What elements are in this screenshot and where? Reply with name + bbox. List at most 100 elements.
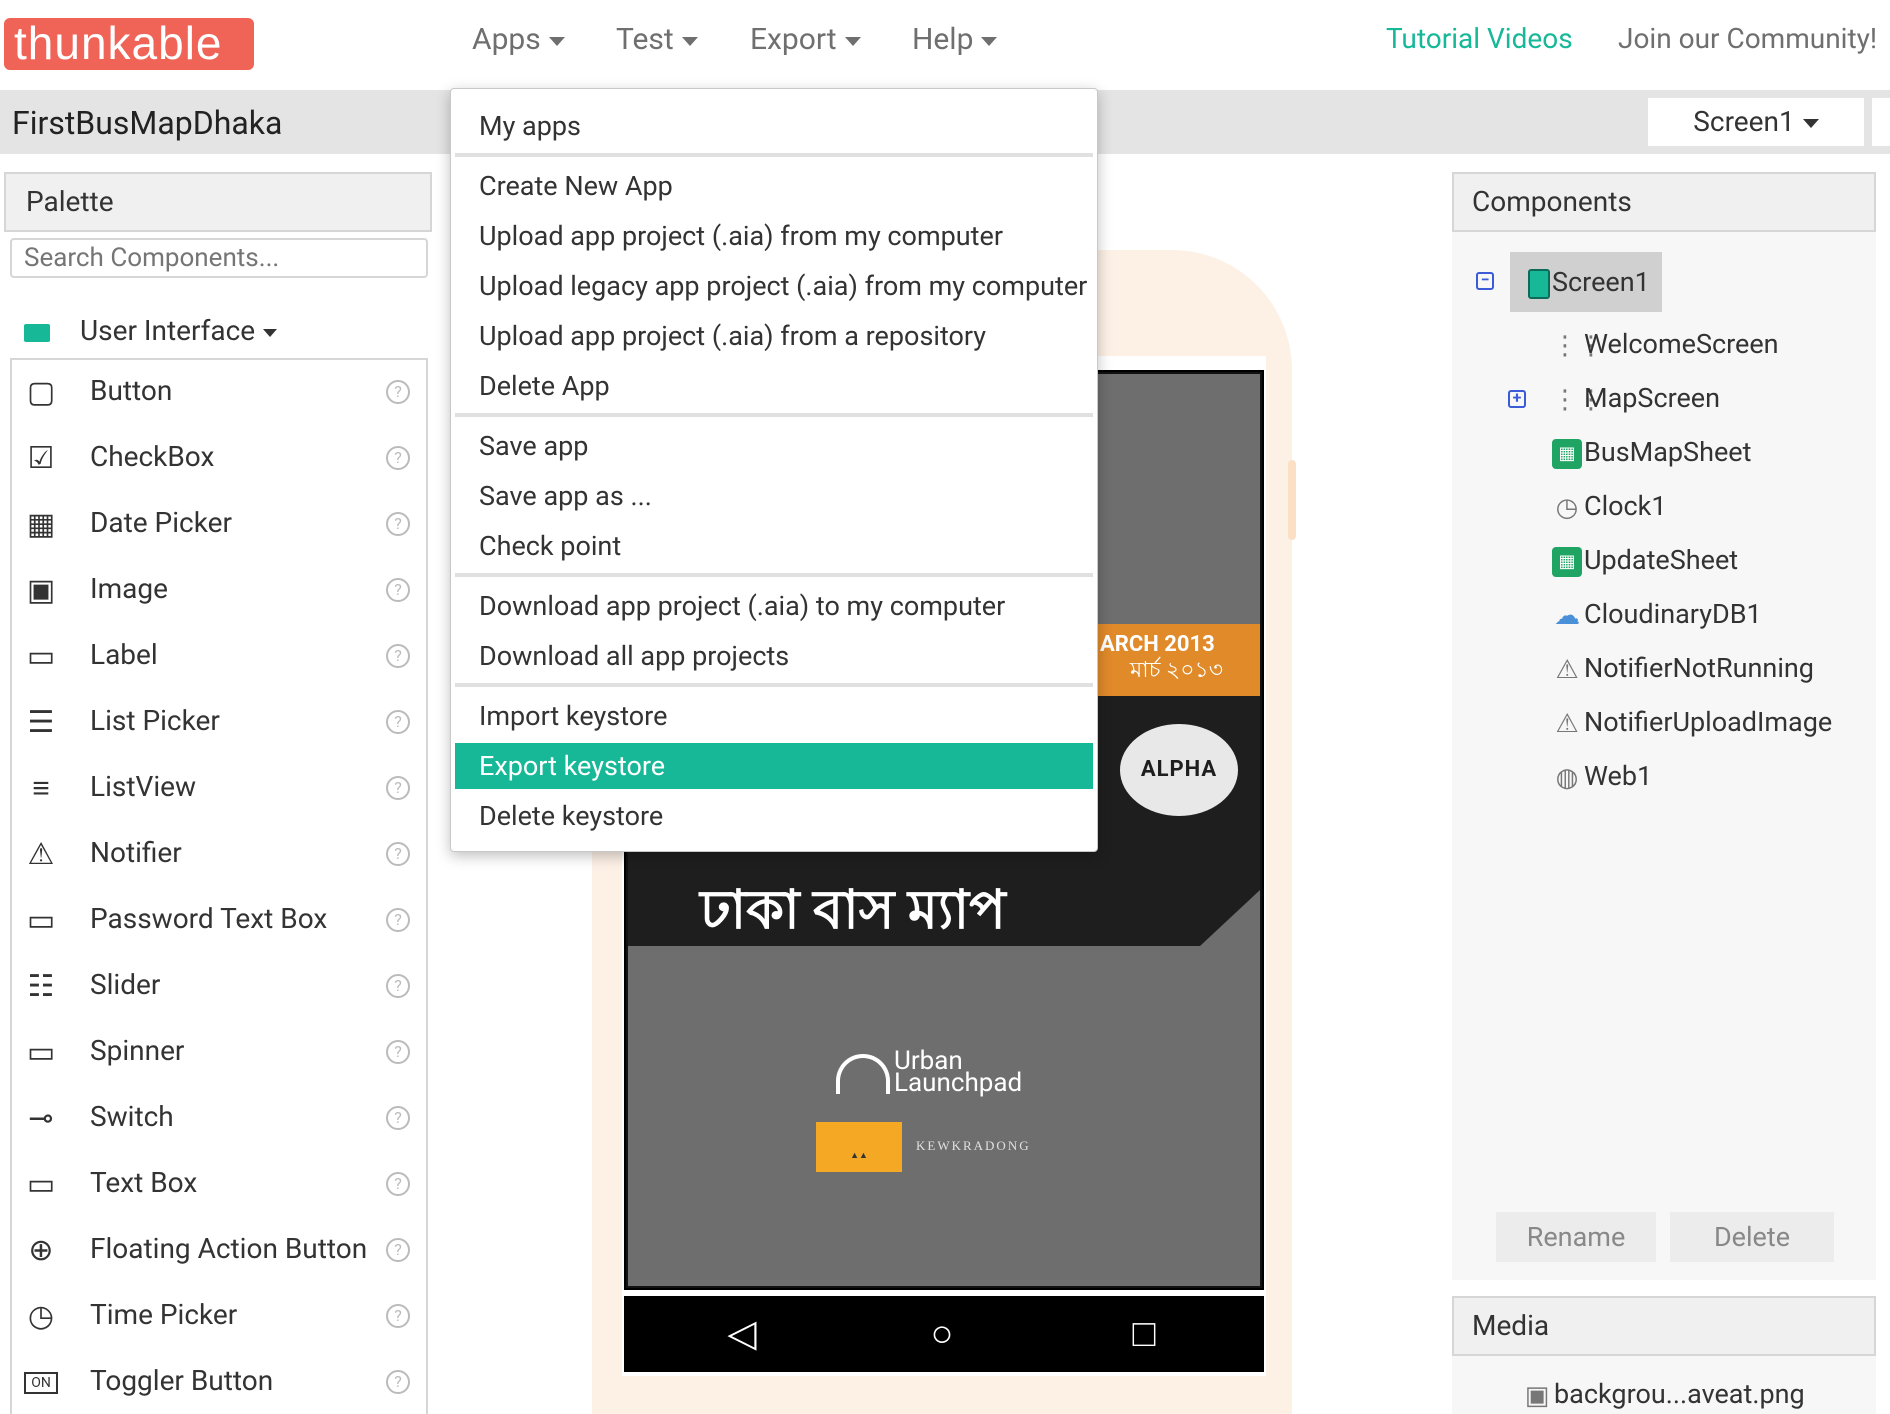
palette-item-label: Label xyxy=(90,638,158,671)
palette-category-user-interface[interactable]: User Interface xyxy=(24,314,278,347)
rename-button[interactable]: Rename xyxy=(1496,1212,1656,1262)
password-icon: ▭ xyxy=(26,903,56,938)
tree-node-cloudinarydb1[interactable]: ☁ CloudinaryDB1 xyxy=(1552,598,1762,631)
menu-item-download-all[interactable]: Download all app projects xyxy=(455,633,1093,679)
screen-selector-value: Screen1 xyxy=(1693,105,1795,138)
tree-node-notifiernotrunning[interactable]: ⚠ NotifierNotRunning xyxy=(1552,652,1814,685)
tree-node-notifieruploadimage[interactable]: ⚠ NotifierUploadImage xyxy=(1552,706,1832,739)
help-icon[interactable]: ? xyxy=(386,578,410,602)
tree-node-label: NotifierNotRunning xyxy=(1584,652,1814,684)
tree-node-clock1[interactable]: ◷ Clock1 xyxy=(1552,490,1667,523)
help-icon[interactable]: ? xyxy=(386,842,410,866)
media-title: Media xyxy=(1452,1296,1876,1356)
urban-launchpad-mark xyxy=(836,1054,890,1094)
palette-item-slider[interactable]: ☷ Slider ? xyxy=(12,954,426,1020)
menu-item-save-app[interactable]: Save app xyxy=(455,423,1093,469)
menu-item-download-aia[interactable]: Download app project (.aia) to my comput… xyxy=(455,583,1093,629)
help-menu-trigger[interactable]: Help xyxy=(912,22,998,57)
palette-item-toggler-button[interactable]: ON Toggler Button ? xyxy=(12,1350,426,1414)
tree-node-label: Screen1 xyxy=(1552,266,1650,298)
test-menu-trigger[interactable]: Test xyxy=(616,22,698,57)
palette-item-checkbox[interactable]: ☑ CheckBox ? xyxy=(12,426,426,492)
expand-icon[interactable]: + xyxy=(1508,390,1526,408)
export-menu-trigger[interactable]: Export xyxy=(750,22,861,57)
plus-circle-icon: ⊕ xyxy=(28,1233,54,1268)
help-icon[interactable]: ? xyxy=(386,1304,410,1328)
tree-node-screen1[interactable]: Screen1 xyxy=(1510,252,1662,312)
help-icon[interactable]: ? xyxy=(386,1172,410,1196)
palette-item-label: Switch xyxy=(90,1100,174,1133)
thunkable-logo[interactable]: thunkable xyxy=(4,18,254,70)
tree-node-welcomescreen[interactable]: ⋮⋮WelcomeScreen xyxy=(1552,328,1779,361)
button-icon: ▢ xyxy=(26,375,56,410)
globe-icon: ◍ xyxy=(1555,762,1579,793)
dhaka-bus-map-title: ঢাকা বাস ম্যাপ xyxy=(700,879,1006,942)
recents-icon: □ xyxy=(1132,1312,1156,1356)
palette-item-floating-action-button[interactable]: ⊕ Floating Action Button ? xyxy=(12,1218,426,1284)
help-icon[interactable]: ? xyxy=(386,380,410,404)
collapse-icon[interactable]: − xyxy=(1476,272,1494,290)
menu-item-upload-from-repository[interactable]: Upload app project (.aia) from a reposit… xyxy=(455,313,1093,359)
menu-item-check-point[interactable]: Check point xyxy=(455,523,1093,569)
toolbar-button-partial[interactable] xyxy=(1872,98,1890,146)
menu-item-upload-aia[interactable]: Upload app project (.aia) from my comput… xyxy=(455,213,1093,259)
home-icon: ○ xyxy=(930,1312,954,1356)
palette-item-text-box[interactable]: ▭ Text Box ? xyxy=(12,1152,426,1218)
help-icon[interactable]: ? xyxy=(386,974,410,998)
help-icon[interactable]: ? xyxy=(386,710,410,734)
help-icon[interactable]: ? xyxy=(386,1040,410,1064)
delete-button[interactable]: Delete xyxy=(1670,1212,1834,1262)
tree-node-web1[interactable]: ◍ Web1 xyxy=(1552,760,1653,793)
help-icon[interactable]: ? xyxy=(386,1370,410,1394)
menu-item-import-keystore[interactable]: Import keystore xyxy=(455,693,1093,739)
palette-item-label: Toggler Button xyxy=(90,1364,274,1397)
slider-icon: ☷ xyxy=(27,969,55,1004)
menu-item-my-apps[interactable]: My apps xyxy=(455,103,1093,149)
chevron-down-icon xyxy=(681,36,698,46)
palette-search-input[interactable] xyxy=(10,238,428,278)
tree-node-label: Clock1 xyxy=(1584,490,1667,522)
palette-item-spinner[interactable]: ▭ Spinner ? xyxy=(12,1020,426,1086)
palette-item-password-text-box[interactable]: ▭ Password Text Box ? xyxy=(12,888,426,954)
cloud-icon: ☁ xyxy=(1554,600,1580,631)
palette-item-image[interactable]: ▣ Image ? xyxy=(12,558,426,624)
palette-item-time-picker[interactable]: ◷ Time Picker ? xyxy=(12,1284,426,1350)
menu-item-export-keystore[interactable]: Export keystore xyxy=(455,743,1093,789)
menu-item-upload-legacy-aia[interactable]: Upload legacy app project (.aia) from my… xyxy=(455,263,1093,309)
help-icon[interactable]: ? xyxy=(386,1106,410,1130)
menu-item-create-new-app[interactable]: Create New App xyxy=(455,163,1093,209)
tree-node-mapscreen[interactable]: ⋮⋮MapScreen xyxy=(1552,382,1720,415)
palette-item-list-picker[interactable]: ☰ List Picker ? xyxy=(12,690,426,756)
tree-node-busmapsheet[interactable]: ▦ BusMapSheet xyxy=(1552,436,1751,469)
menu-item-delete-app[interactable]: Delete App xyxy=(455,363,1093,409)
palette-item-date-picker[interactable]: ▦ Date Picker ? xyxy=(12,492,426,558)
clock-icon: ◷ xyxy=(27,1299,55,1334)
chevron-down-icon xyxy=(263,328,278,337)
menu-item-delete-keystore[interactable]: Delete keystore xyxy=(455,793,1093,839)
help-icon[interactable]: ? xyxy=(386,512,410,536)
help-icon[interactable]: ? xyxy=(386,446,410,470)
palette-panel: Palette User Interface ▢ Button ? ☑ Chec… xyxy=(4,172,432,1414)
help-icon[interactable]: ? xyxy=(386,776,410,800)
help-icon[interactable]: ? xyxy=(386,908,410,932)
arrangement-icon: ⋮⋮ xyxy=(1552,384,1604,415)
palette-item-notifier[interactable]: ⚠ Notifier ? xyxy=(12,822,426,888)
join-community-link[interactable]: Join our Community! xyxy=(1618,22,1877,55)
help-icon[interactable]: ? xyxy=(386,1238,410,1262)
palette-item-label[interactable]: ▭ Label ? xyxy=(12,624,426,690)
palette-item-listview[interactable]: ≡ ListView ? xyxy=(12,756,426,822)
tutorial-videos-link[interactable]: Tutorial Videos xyxy=(1386,22,1573,55)
palette-item-button[interactable]: ▢ Button ? xyxy=(12,360,426,426)
warning-icon: ⚠ xyxy=(27,837,55,872)
help-icon[interactable]: ? xyxy=(386,644,410,668)
media-file-item[interactable]: ▣ backgrou...aveat.png xyxy=(1522,1378,1805,1411)
palette-category-label: User Interface xyxy=(80,314,256,347)
chevron-down-icon xyxy=(844,36,861,46)
screen-selector[interactable]: Screen1 xyxy=(1648,98,1864,146)
tree-node-updatesheet[interactable]: ▦ UpdateSheet xyxy=(1552,544,1738,577)
textbox-icon: ▭ xyxy=(26,1167,56,1202)
palette-item-switch[interactable]: ⊸ Switch ? xyxy=(12,1086,426,1152)
apps-menu-trigger[interactable]: Apps xyxy=(472,22,565,57)
chevron-down-icon xyxy=(548,36,565,46)
menu-item-save-app-as[interactable]: Save app as ... xyxy=(455,473,1093,519)
